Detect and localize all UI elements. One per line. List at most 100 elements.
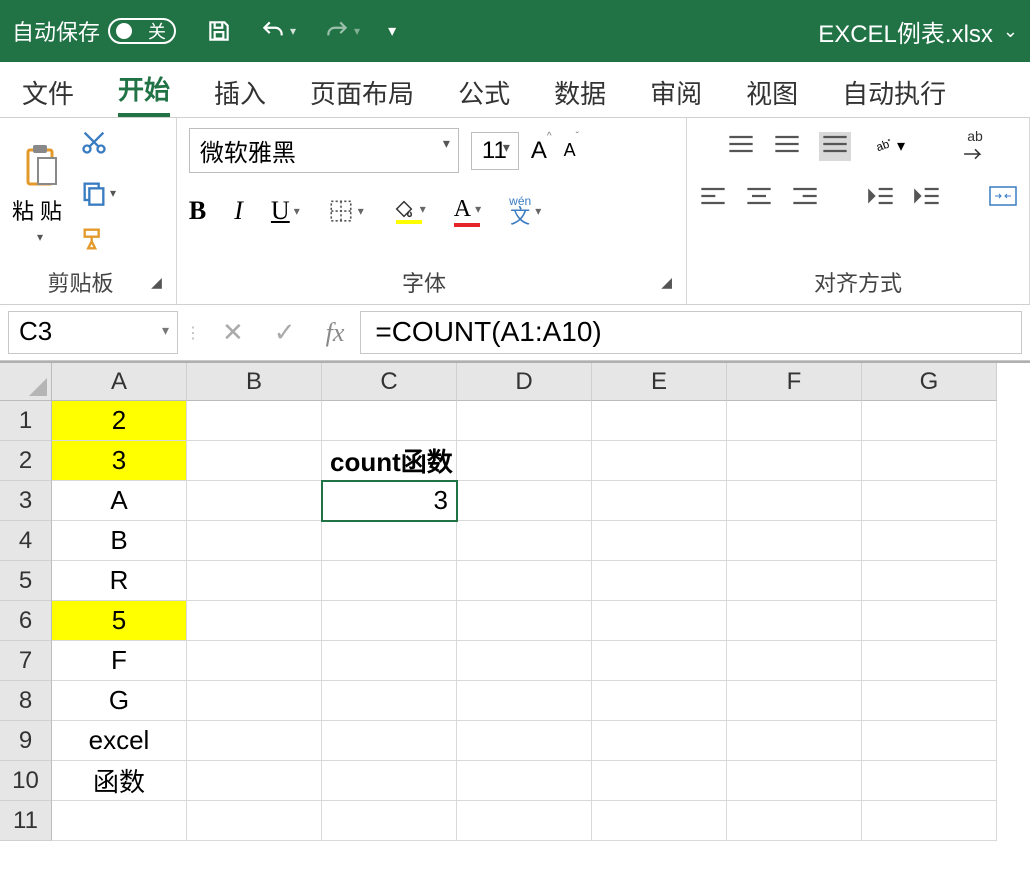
phonetic-guide-icon[interactable]: wén 文 ▾	[509, 195, 541, 227]
cell-F3[interactable]	[727, 481, 862, 521]
enter-icon[interactable]: ✓	[274, 317, 296, 348]
cell-F5[interactable]	[727, 561, 862, 601]
cell-B11[interactable]	[187, 801, 322, 841]
cell-D1[interactable]	[457, 401, 592, 441]
font-size-dropdown[interactable]: 11	[471, 132, 519, 170]
cancel-icon[interactable]: ✕	[222, 317, 244, 348]
cell-E2[interactable]	[592, 441, 727, 481]
cell-B8[interactable]	[187, 681, 322, 721]
row-header[interactable]: 11	[0, 801, 52, 841]
row-header[interactable]: 1	[0, 401, 52, 441]
cell-G4[interactable]	[862, 521, 997, 561]
align-left-icon[interactable]	[699, 186, 727, 211]
row-header[interactable]: 10	[0, 761, 52, 801]
spreadsheet-grid[interactable]: 1 2 3 4 5 6 7 8 9 10 11 A B C D E F G 23…	[0, 361, 1030, 841]
cell-C7[interactable]	[322, 641, 457, 681]
cell-D10[interactable]	[457, 761, 592, 801]
cell-E9[interactable]	[592, 721, 727, 761]
cell-G7[interactable]	[862, 641, 997, 681]
col-header[interactable]: D	[457, 363, 592, 401]
copy-icon[interactable]: ▾	[80, 179, 116, 207]
chevron-down-icon[interactable]: ⌄	[1003, 21, 1018, 42]
tab-insert[interactable]: 插入	[214, 74, 266, 117]
cell-C9[interactable]	[322, 721, 457, 761]
col-header[interactable]: E	[592, 363, 727, 401]
row-header[interactable]: 4	[0, 521, 52, 561]
row-header[interactable]: 3	[0, 481, 52, 521]
tab-formulas[interactable]: 公式	[458, 74, 510, 117]
cell-G8[interactable]	[862, 681, 997, 721]
row-header[interactable]: 5	[0, 561, 52, 601]
cell-A1[interactable]: 2	[52, 401, 187, 441]
row-header[interactable]: 2	[0, 441, 52, 481]
col-header[interactable]: B	[187, 363, 322, 401]
cell-C6[interactable]	[322, 601, 457, 641]
cell-F4[interactable]	[727, 521, 862, 561]
cell-C3[interactable]: 3	[322, 481, 457, 521]
undo-icon[interactable]: ▾	[260, 18, 296, 44]
cell-C11[interactable]	[322, 801, 457, 841]
cell-D6[interactable]	[457, 601, 592, 641]
tab-page-layout[interactable]: 页面布局	[310, 74, 414, 117]
chevron-down-icon[interactable]: ▾	[354, 24, 360, 38]
italic-icon[interactable]: I	[234, 196, 243, 226]
tab-view[interactable]: 视图	[746, 74, 798, 117]
align-top-icon[interactable]	[727, 134, 755, 159]
cell-D9[interactable]	[457, 721, 592, 761]
col-header[interactable]: G	[862, 363, 997, 401]
increase-font-size-icon[interactable]: A^	[531, 137, 552, 165]
cell-C1[interactable]	[322, 401, 457, 441]
cell-E3[interactable]	[592, 481, 727, 521]
font-name-dropdown[interactable]: 微软雅黑	[189, 128, 459, 173]
col-header[interactable]: A	[52, 363, 187, 401]
cell-A5[interactable]: R	[52, 561, 187, 601]
dialog-launcher-icon[interactable]: ◢	[149, 272, 164, 293]
cell-G11[interactable]	[862, 801, 997, 841]
cell-A10[interactable]: 函数	[52, 761, 187, 801]
cell-B5[interactable]	[187, 561, 322, 601]
cell-B3[interactable]	[187, 481, 322, 521]
cell-F9[interactable]	[727, 721, 862, 761]
cell-D8[interactable]	[457, 681, 592, 721]
save-icon[interactable]	[206, 18, 232, 44]
tab-automate[interactable]: 自动执行	[842, 74, 946, 117]
cell-B7[interactable]	[187, 641, 322, 681]
cell-G9[interactable]	[862, 721, 997, 761]
cell-G5[interactable]	[862, 561, 997, 601]
increase-indent-icon[interactable]	[913, 186, 941, 211]
cell-A8[interactable]: G	[52, 681, 187, 721]
cell-B2[interactable]	[187, 441, 322, 481]
decrease-indent-icon[interactable]	[867, 186, 895, 211]
row-header[interactable]: 7	[0, 641, 52, 681]
cell-E10[interactable]	[592, 761, 727, 801]
tab-file[interactable]: 文件	[22, 74, 74, 117]
cell-E6[interactable]	[592, 601, 727, 641]
tab-data[interactable]: 数据	[554, 74, 606, 117]
cell-E1[interactable]	[592, 401, 727, 441]
cell-E5[interactable]	[592, 561, 727, 601]
cell-B6[interactable]	[187, 601, 322, 641]
cell-B4[interactable]	[187, 521, 322, 561]
redo-icon[interactable]: ▾	[324, 18, 360, 44]
cell-C4[interactable]	[322, 521, 457, 561]
col-header[interactable]: C	[322, 363, 457, 401]
cell-F11[interactable]	[727, 801, 862, 841]
cell-A2[interactable]: 3	[52, 441, 187, 481]
col-header[interactable]: F	[727, 363, 862, 401]
cell-F10[interactable]	[727, 761, 862, 801]
cell-C2[interactable]: count函数	[322, 441, 457, 481]
decrease-font-size-icon[interactable]: Aˇ	[564, 140, 579, 161]
toggle-switch[interactable]: 关	[108, 18, 176, 44]
cell-E8[interactable]	[592, 681, 727, 721]
customize-qat-icon[interactable]: ▾	[388, 21, 396, 41]
chevron-down-icon[interactable]: ▾	[290, 24, 296, 38]
row-header[interactable]: 6	[0, 601, 52, 641]
cell-F6[interactable]	[727, 601, 862, 641]
cut-icon[interactable]	[80, 128, 116, 161]
fill-color-icon[interactable]: ▾	[392, 198, 426, 224]
cell-F2[interactable]	[727, 441, 862, 481]
cell-A3[interactable]: A	[52, 481, 187, 521]
cell-D5[interactable]	[457, 561, 592, 601]
cell-C5[interactable]	[322, 561, 457, 601]
cell-F1[interactable]	[727, 401, 862, 441]
